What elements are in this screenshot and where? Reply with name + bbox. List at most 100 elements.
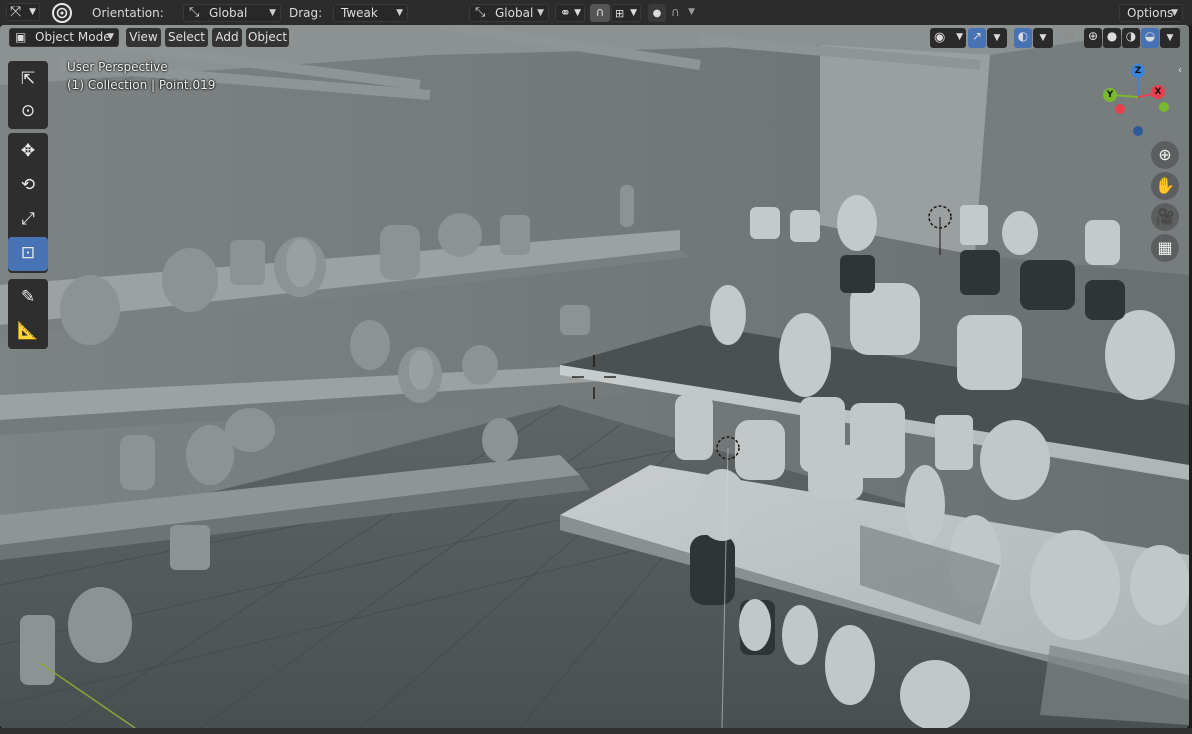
annotate-tool[interactable]: ✎ <box>8 281 48 313</box>
select-box-tool[interactable]: ⇱ <box>8 63 48 95</box>
measure-icon: 📐 <box>17 321 39 341</box>
options-label: Options <box>1127 6 1174 20</box>
toolbar-group-select: ⇱ ⊙ <box>8 61 48 129</box>
rendered-shading-button[interactable]: ◒ <box>1141 28 1159 48</box>
transform-orientation-value: Global <box>495 6 534 20</box>
collection-info: (1) Collection | Point.019 <box>67 78 216 92</box>
snap-increment-icon: ⊞ <box>615 7 625 20</box>
rotate-icon: ⟲ <box>20 175 36 195</box>
annotate-icon: ✎ <box>20 287 36 307</box>
cursor-tool[interactable]: ⊙ <box>8 95 48 127</box>
falloff-dropdown[interactable]: ∩ ▼ <box>668 4 698 22</box>
chevron-down-icon: ▼ <box>574 8 581 18</box>
mode-dropdown[interactable]: ▣ Object Mode ▼ <box>9 28 119 47</box>
proportional-editing-icon: ● <box>652 8 662 19</box>
overlays-toggle[interactable]: ◐ <box>1014 28 1032 48</box>
mode-value: Object Mode <box>35 30 111 44</box>
transform-icon: ⊡ <box>20 243 36 263</box>
options-dropdown[interactable]: Options ▼ <box>1119 4 1183 22</box>
sidebar-toggle[interactable]: ‹ <box>1178 65 1188 81</box>
rotate-tool[interactable]: ⟲ <box>8 169 48 201</box>
zoom-icon: ⊕ <box>1158 145 1172 164</box>
drag-dropdown[interactable]: Tweak ▼ <box>333 4 408 22</box>
wireframe-shading-button[interactable]: ⊕ <box>1084 28 1102 48</box>
navigation-gizmo[interactable]: Z X Y <box>1100 61 1176 141</box>
solid-shading-button[interactable]: ● <box>1103 28 1121 48</box>
camera-icon: 🎥 <box>1155 207 1175 226</box>
snap-toggle[interactable]: ∩ <box>590 4 610 22</box>
transform-orientation-dropdown[interactable]: ⤡ Global ▼ <box>469 4 549 22</box>
view-name: User Perspective <box>67 60 168 74</box>
proportional-editing-toggle[interactable]: ● <box>648 4 666 22</box>
chevron-down-icon: ▼ <box>1171 8 1178 18</box>
material-shading-button[interactable]: ◑ <box>1122 28 1140 48</box>
zoom-button[interactable]: ⊕ <box>1151 141 1179 169</box>
menu-object[interactable]: Object <box>246 28 289 47</box>
transform-pivot-icon[interactable] <box>51 2 73 24</box>
measure-tool[interactable]: 📐 <box>8 315 48 347</box>
chevron-down-icon: ▼ <box>107 32 114 42</box>
chevron-down-icon: ▼ <box>630 8 637 18</box>
visibility-dropdown[interactable]: ◉ ▼ <box>930 28 966 48</box>
snap-target-dropdown[interactable]: ⊞ ▼ <box>611 4 641 22</box>
material-sphere-icon: ◑ <box>1125 29 1137 43</box>
pan-button[interactable]: ✋ <box>1151 172 1179 200</box>
toolbar-group-annotate: ✎ 📐 <box>8 279 48 349</box>
scale-icon: ⤢ <box>21 209 35 229</box>
chevron-down-icon: ▼ <box>269 8 276 18</box>
gizmo-x-axis[interactable]: X <box>1151 85 1165 99</box>
shading-dropdown[interactable]: ▼ <box>1160 28 1180 48</box>
axis-transform-icon: ⤧ <box>10 4 22 20</box>
chevron-down-icon: ▼ <box>396 8 403 18</box>
xray-toggle[interactable]: ⧉ <box>1060 28 1078 48</box>
falloff-curve-icon: ∩ <box>671 5 680 19</box>
drag-label: Drag: <box>289 6 323 20</box>
orientation-value: Global <box>209 6 248 20</box>
move-icon: ✥ <box>20 141 36 161</box>
global-axes-icon: ⤡ <box>189 5 200 20</box>
menu-add[interactable]: Add <box>212 28 242 47</box>
gizmo-z-axis[interactable]: Z <box>1131 64 1145 78</box>
solid-sphere-icon: ● <box>1106 29 1118 43</box>
perspective-toggle-button[interactable]: ▦ <box>1151 234 1179 262</box>
move-tool[interactable]: ✥ <box>8 135 48 167</box>
menu-view[interactable]: View <box>126 28 161 47</box>
3d-cursor-icon: ⊙ <box>20 101 36 121</box>
xray-icon: ⧉ <box>1064 29 1074 43</box>
tool-settings-header: ⤧ ▼ Orientation: ⤡ Global ▼ Drag: Tweak … <box>0 0 1192 25</box>
gizmo-toggle[interactable]: ↗ <box>968 28 986 48</box>
chevron-down-icon: ▼ <box>1039 33 1047 43</box>
toolbar-group-transform: ✥ ⟲ ⤢ ⊡ <box>8 133 48 273</box>
gizmo-dropdown[interactable]: ▼ <box>987 28 1007 48</box>
orientation-label: Orientation: <box>92 6 164 20</box>
overlays-dropdown[interactable]: ▼ <box>1033 28 1053 48</box>
wireframe-sphere-icon: ⊕ <box>1087 29 1099 43</box>
gizmo-icon: ↗ <box>971 29 983 43</box>
camera-view-button[interactable]: 🎥 <box>1151 203 1179 231</box>
orientation-dropdown[interactable]: ⤡ Global ▼ <box>183 4 281 22</box>
chevron-down-icon: ▼ <box>993 33 1001 43</box>
drag-value: Tweak <box>341 6 378 20</box>
rendered-sphere-icon: ◒ <box>1144 29 1156 43</box>
chevron-left-icon: ‹ <box>1178 65 1182 76</box>
transform-tool[interactable]: ⊡ <box>8 237 48 271</box>
grid-icon: ▦ <box>1157 238 1173 257</box>
status-bar <box>0 728 1192 734</box>
overlays-icon: ◐ <box>1017 29 1029 43</box>
pivot-point-dropdown[interactable]: ⚭ ▼ <box>555 4 585 22</box>
hand-icon: ✋ <box>1155 176 1175 195</box>
link-icon: ⚭ <box>560 6 571 21</box>
object-mode-icon: ▣ <box>15 30 27 44</box>
chevron-down-icon: ▼ <box>1166 33 1174 43</box>
chevron-down-icon: ▼ <box>956 32 963 42</box>
3d-viewport[interactable]: ▣ Object Mode ▼ View Select Add Object ◉… <box>0 25 1189 728</box>
chevron-down-icon: ▼ <box>688 7 695 17</box>
magnet-icon: ∩ <box>595 5 605 19</box>
gizmo-y-axis[interactable]: Y <box>1103 88 1117 102</box>
editor-type-selector[interactable]: ⤧ ▼ <box>6 3 40 21</box>
chevron-down-icon: ▼ <box>537 8 544 18</box>
scale-tool[interactable]: ⤢ <box>8 203 48 235</box>
menu-select[interactable]: Select <box>165 28 208 47</box>
eye-icon: ◉ <box>934 30 946 45</box>
viewport-header: ▣ Object Mode ▼ View Select Add Object ◉… <box>0 25 1189 50</box>
